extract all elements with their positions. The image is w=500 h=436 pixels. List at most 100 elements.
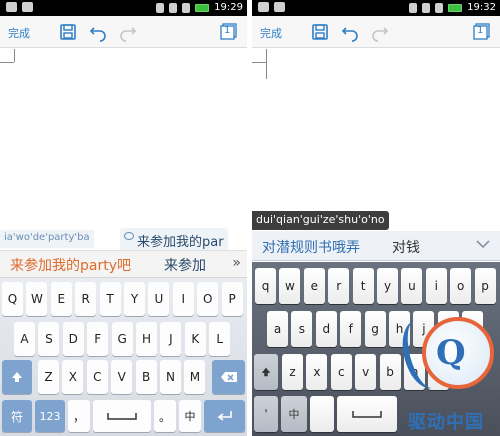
letter-key[interactable]: V bbox=[111, 360, 133, 394]
backspace-key[interactable] bbox=[212, 360, 245, 394]
letter-key[interactable]: o bbox=[450, 268, 472, 304]
letter-key[interactable]: K bbox=[184, 322, 206, 356]
notification-icon bbox=[6, 2, 17, 12]
comma-key[interactable]: ， bbox=[68, 400, 90, 432]
wifi-icon bbox=[156, 2, 165, 13]
save-icon[interactable] bbox=[58, 22, 78, 42]
text-cursor bbox=[14, 49, 15, 62]
status-time: 19:32 bbox=[467, 2, 496, 13]
done-button[interactable]: 完成 bbox=[260, 25, 282, 41]
redo-icon[interactable] bbox=[370, 22, 390, 42]
page-count-icon[interactable]: 1 bbox=[473, 23, 490, 40]
enter-key[interactable] bbox=[204, 400, 245, 432]
letter-key[interactable]: t bbox=[352, 268, 374, 304]
letter-key[interactable]: Z bbox=[38, 360, 59, 394]
undo-icon[interactable] bbox=[340, 22, 360, 42]
letter-key[interactable]: X bbox=[62, 360, 84, 394]
status-bar: 19:29 bbox=[0, 0, 247, 16]
status-time: 19:29 bbox=[214, 2, 243, 13]
letter-key[interactable]: O bbox=[197, 282, 219, 316]
letter-key[interactable]: S bbox=[38, 322, 60, 356]
letter-key[interactable]: g bbox=[364, 311, 386, 347]
letter-key[interactable]: Y bbox=[124, 282, 145, 316]
candidate-item[interactable]: 来参加 bbox=[164, 255, 206, 275]
shift-key[interactable] bbox=[2, 360, 32, 394]
pinyin-composition: dui'qian'gui'ze'shu'o'no bbox=[252, 211, 389, 230]
margin-guide bbox=[0, 62, 14, 63]
page-count: 1 bbox=[224, 25, 231, 36]
letter-key[interactable]: i bbox=[425, 268, 447, 304]
letter-key[interactable]: H bbox=[136, 322, 157, 356]
letter-key[interactable]: v bbox=[355, 354, 377, 390]
letter-key[interactable]: A bbox=[14, 322, 35, 356]
period-key[interactable] bbox=[310, 396, 334, 432]
letter-key[interactable]: y bbox=[377, 268, 398, 304]
letter-key[interactable]: e bbox=[303, 268, 325, 304]
letter-key[interactable]: r bbox=[328, 268, 350, 304]
letter-key[interactable]: E bbox=[50, 282, 72, 316]
letter-key[interactable]: u bbox=[401, 268, 423, 304]
shift-icon bbox=[261, 367, 271, 377]
letter-key[interactable]: W bbox=[26, 282, 48, 316]
notification-icon bbox=[258, 2, 269, 12]
letter-key[interactable]: L bbox=[209, 322, 231, 356]
letter-key[interactable]: I bbox=[172, 282, 194, 316]
symbol-key[interactable]: 符 bbox=[2, 400, 32, 432]
letter-key[interactable]: T bbox=[99, 282, 121, 316]
letter-key[interactable]: M bbox=[184, 360, 206, 394]
space-key[interactable] bbox=[337, 396, 397, 432]
letter-key[interactable]: B bbox=[135, 360, 157, 394]
letter-key[interactable]: Q bbox=[2, 282, 23, 316]
shift-icon bbox=[12, 372, 22, 382]
signal-icon bbox=[435, 2, 444, 13]
candidate-bar: 对潜规则书哦弄 对钱 bbox=[252, 231, 500, 261]
letter-key[interactable]: x bbox=[306, 354, 328, 390]
number-key[interactable]: 123 bbox=[35, 400, 65, 432]
language-key[interactable]: 中 bbox=[281, 396, 307, 432]
period-key[interactable]: 。 bbox=[154, 400, 176, 432]
left-screen: 19:29 完成 1 ia'wo'de'party'ba 来参加我的par 来参… bbox=[0, 0, 247, 436]
space-key[interactable] bbox=[93, 400, 151, 432]
signal-icon bbox=[182, 2, 191, 13]
more-candidates-button[interactable]: » bbox=[232, 255, 241, 271]
apostrophe-key[interactable]: ' bbox=[254, 396, 278, 432]
letter-key[interactable]: N bbox=[160, 360, 181, 394]
letter-key[interactable]: w bbox=[279, 268, 301, 304]
letter-key[interactable]: s bbox=[291, 311, 313, 347]
letter-key[interactable]: q bbox=[255, 268, 276, 304]
letter-key[interactable]: D bbox=[62, 322, 84, 356]
save-icon[interactable] bbox=[310, 22, 330, 42]
letter-key[interactable]: U bbox=[148, 282, 170, 316]
chevron-down-icon[interactable] bbox=[476, 237, 490, 251]
keyboard-left: 符 123 ， 。 中 QWERTYUIOP ASDFGHJKL ZXCVBNM bbox=[0, 278, 247, 436]
shift-key[interactable] bbox=[254, 354, 278, 390]
letter-key[interactable]: c bbox=[330, 354, 352, 390]
letter-key[interactable]: a bbox=[267, 311, 288, 347]
candidate-item[interactable]: 对潜规则书哦弄 bbox=[262, 237, 360, 257]
letter-key[interactable]: R bbox=[75, 282, 97, 316]
letter-key[interactable]: p bbox=[474, 268, 496, 304]
prediction-hint[interactable]: 来参加我的par bbox=[120, 228, 228, 250]
candidate-bar: 来参加我的party吧 来参加 » bbox=[0, 250, 247, 278]
eye-icon bbox=[124, 232, 134, 240]
space-icon bbox=[107, 413, 137, 420]
candidate-item[interactable]: 来参加我的party吧 bbox=[10, 255, 131, 275]
letter-key[interactable]: P bbox=[221, 282, 243, 316]
candidate-item[interactable]: 对钱 bbox=[392, 237, 420, 257]
letter-key[interactable]: z bbox=[282, 354, 303, 390]
letter-key[interactable]: C bbox=[86, 360, 108, 394]
letter-key[interactable]: f bbox=[340, 311, 362, 347]
done-button[interactable]: 完成 bbox=[8, 25, 30, 41]
letter-key[interactable]: F bbox=[87, 322, 109, 356]
page-count-icon[interactable]: 1 bbox=[220, 23, 237, 40]
undo-icon[interactable] bbox=[88, 22, 108, 42]
letter-key[interactable]: J bbox=[160, 322, 182, 356]
backspace-icon bbox=[220, 372, 237, 382]
composition-strip: ia'wo'de'party'ba 来参加我的par bbox=[0, 228, 247, 250]
battery-icon bbox=[195, 3, 210, 12]
redo-icon[interactable] bbox=[118, 22, 138, 42]
letter-key[interactable]: d bbox=[315, 311, 337, 347]
alarm-icon bbox=[422, 2, 431, 13]
language-key[interactable]: 中 bbox=[179, 400, 201, 432]
letter-key[interactable]: G bbox=[111, 322, 133, 356]
